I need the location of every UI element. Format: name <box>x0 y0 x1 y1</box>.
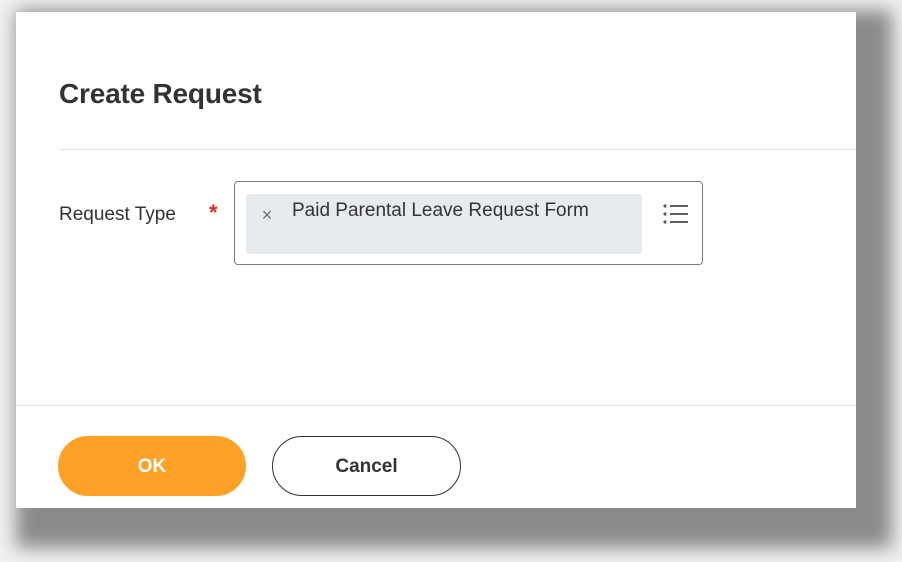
cancel-button[interactable]: Cancel <box>272 436 461 496</box>
header-divider <box>59 149 856 150</box>
create-request-dialog: Create Request Request Type * × Paid Par… <box>16 12 856 508</box>
selected-value-pill: × Paid Parental Leave Request Form <box>246 194 642 254</box>
selected-value-text: Paid Parental Leave Request Form <box>292 200 589 221</box>
request-type-select[interactable]: × Paid Parental Leave Request Form <box>234 181 703 265</box>
remove-selection-icon[interactable]: × <box>258 206 276 224</box>
dialog-title: Create Request <box>59 78 262 109</box>
list-icon[interactable] <box>662 202 690 226</box>
request-type-label: Request Type <box>59 204 176 225</box>
required-indicator: * <box>209 200 218 225</box>
ok-button[interactable]: OK <box>58 436 246 496</box>
list-icon-graphic <box>663 204 688 224</box>
footer-divider <box>16 405 856 406</box>
